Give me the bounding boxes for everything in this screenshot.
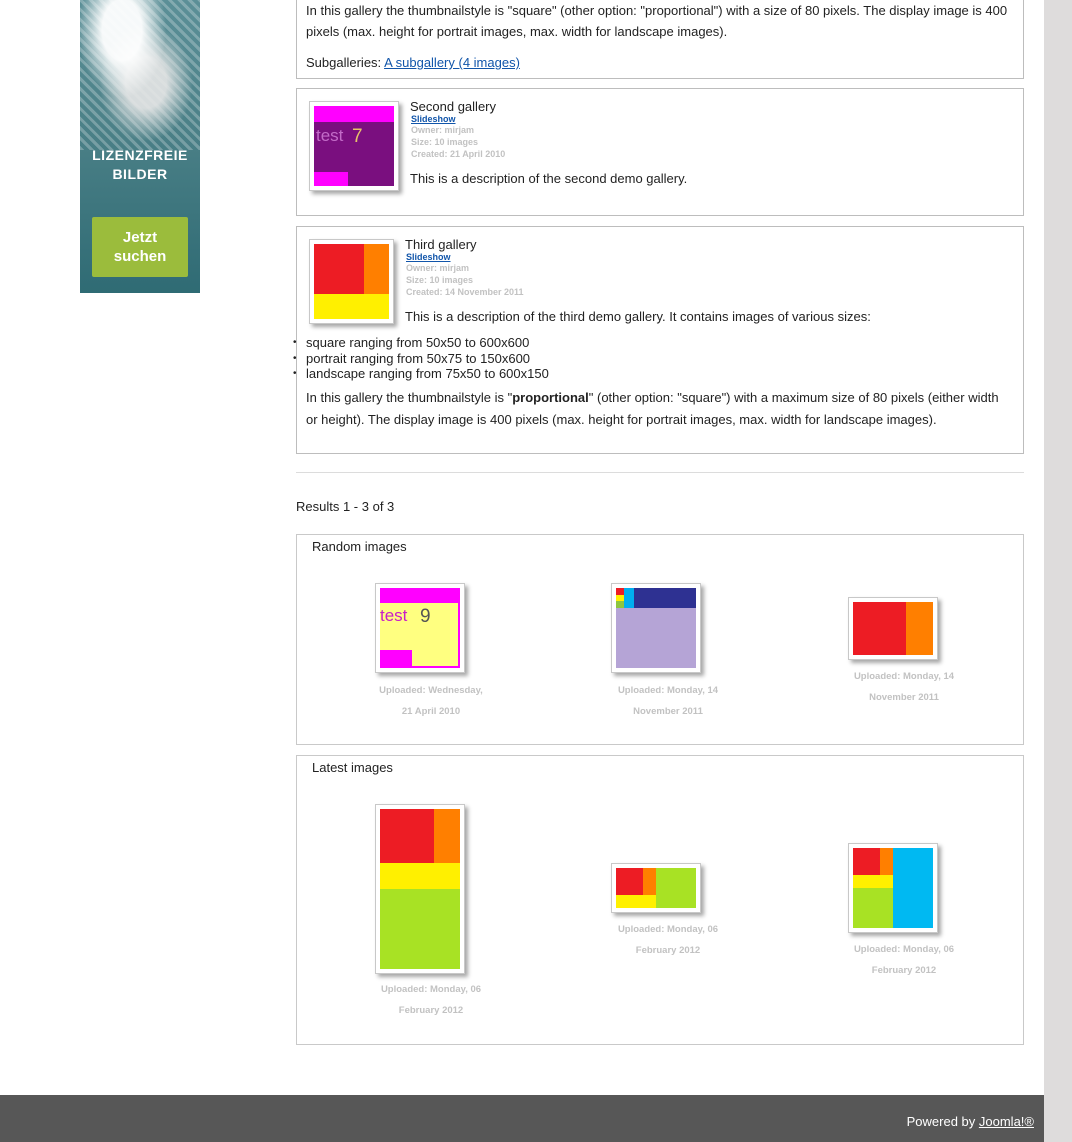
ad-photo <box>80 0 200 150</box>
thumb-text-b: 7 <box>352 126 363 147</box>
latest-image-1[interactable] <box>375 804 465 974</box>
footer: Powered by Joomla!® <box>0 1095 1044 1142</box>
powered-by: Powered by Joomla!® <box>907 1114 1034 1129</box>
module-title: Latest images <box>312 760 393 775</box>
slideshow-link-second[interactable]: Slideshow <box>411 114 456 124</box>
image-caption: Uploaded: Monday, 14 November 2011 <box>617 685 719 717</box>
divider <box>296 472 1024 473</box>
gallery-thumbnail-second[interactable]: test 7 <box>309 101 399 191</box>
gallery-thumbnail-third[interactable] <box>309 239 394 324</box>
random-image-2[interactable] <box>611 583 701 673</box>
gallery-box-second: test 7 Second gallery Slideshow Owner: m… <box>296 88 1024 216</box>
created: Created: 21 April 2010 <box>411 149 506 159</box>
gallery-box-third: Third gallery Slideshow Owner: mirjam Si… <box>293 226 1024 454</box>
random-images-module: Random images test 9 Uploaded: Wednesday… <box>296 534 1024 745</box>
ad-title-line2: BILDER <box>112 166 168 182</box>
gallery-meta-second: Owner: mirjam Size: 10 images Created: 2… <box>411 124 505 160</box>
joomla-link[interactable]: Joomla!® <box>979 1114 1034 1129</box>
latest-images-module: Latest images Uploaded: Monday, 06 Febru… <box>296 755 1024 1045</box>
list-item: • portrait ranging from 50x75 to 150x600 <box>293 350 531 366</box>
ad-banner[interactable]: LIZENZFREIE BILDER Jetzt suchen <box>80 0 200 293</box>
image-caption: Uploaded: Monday, 06 February 2012 <box>617 924 719 956</box>
gallery-meta-third: Owner: mirjam Size: 10 images Created: 1… <box>406 262 524 298</box>
subgallery-link[interactable]: A subgallery (4 images) <box>384 55 520 70</box>
subgalleries-row: Subgalleries: A subgallery (4 images) <box>306 52 1012 73</box>
list-item: • landscape ranging from 75x50 to 600x150 <box>293 366 549 381</box>
gallery-description-third: This is a description of the third demo … <box>405 309 871 324</box>
ad-search-button[interactable]: Jetzt suchen <box>92 217 188 277</box>
scrollbar-track[interactable] <box>1044 0 1072 1142</box>
gallery-thumbnail-info: In this gallery the thumbnailstyle is "p… <box>306 390 999 427</box>
created: Created: 14 November 2011 <box>406 287 524 297</box>
ad-button-line1: Jetzt <box>122 229 158 246</box>
owner: Owner: mirjam <box>406 263 470 273</box>
random-image-3[interactable] <box>848 597 938 660</box>
ad-title: LIZENZFREIE BILDER <box>80 146 200 184</box>
owner: Owner: mirjam <box>411 125 475 135</box>
image-caption: Uploaded: Monday, 06 February 2012 <box>380 984 482 1016</box>
ad-button-line2: suchen <box>113 248 167 265</box>
random-image-1[interactable]: test 9 <box>375 583 465 673</box>
subgalleries-label: Subgalleries: <box>306 55 382 70</box>
image-caption: Uploaded: Monday, 06 February 2012 <box>853 944 955 976</box>
size: Size: 10 images <box>411 137 479 147</box>
list-item: • square ranging from 50x50 to 600x600 <box>293 335 530 350</box>
latest-image-3[interactable] <box>848 843 938 933</box>
gallery-title-third[interactable]: Third gallery <box>405 237 477 252</box>
image-caption: Uploaded: Wednesday, 21 April 2010 <box>379 685 483 717</box>
gallery-box-first: In this gallery the thumbnailstyle is "s… <box>296 0 1024 79</box>
first-gallery-description: In this gallery the thumbnailstyle is "s… <box>306 3 1008 39</box>
latest-image-2[interactable] <box>611 863 701 913</box>
ad-title-line1: LIZENZFREIE <box>92 147 188 163</box>
gallery-title-second[interactable]: Second gallery <box>410 99 496 114</box>
size: Size: 10 images <box>406 275 474 285</box>
slideshow-link-third[interactable]: Slideshow <box>406 252 451 262</box>
module-title: Random images <box>312 539 407 554</box>
size-list: • square ranging from 50x50 to 600x600 • p… <box>293 335 549 382</box>
gallery-description-second: This is a description of the second demo… <box>410 171 688 186</box>
results-counter: Results 1 - 3 of 3 <box>296 499 395 514</box>
powered-by-label: Powered by <box>906 1114 976 1129</box>
image-caption: Uploaded: Monday, 14 November 2011 <box>853 671 955 703</box>
thumb-text-a: test <box>316 126 344 145</box>
